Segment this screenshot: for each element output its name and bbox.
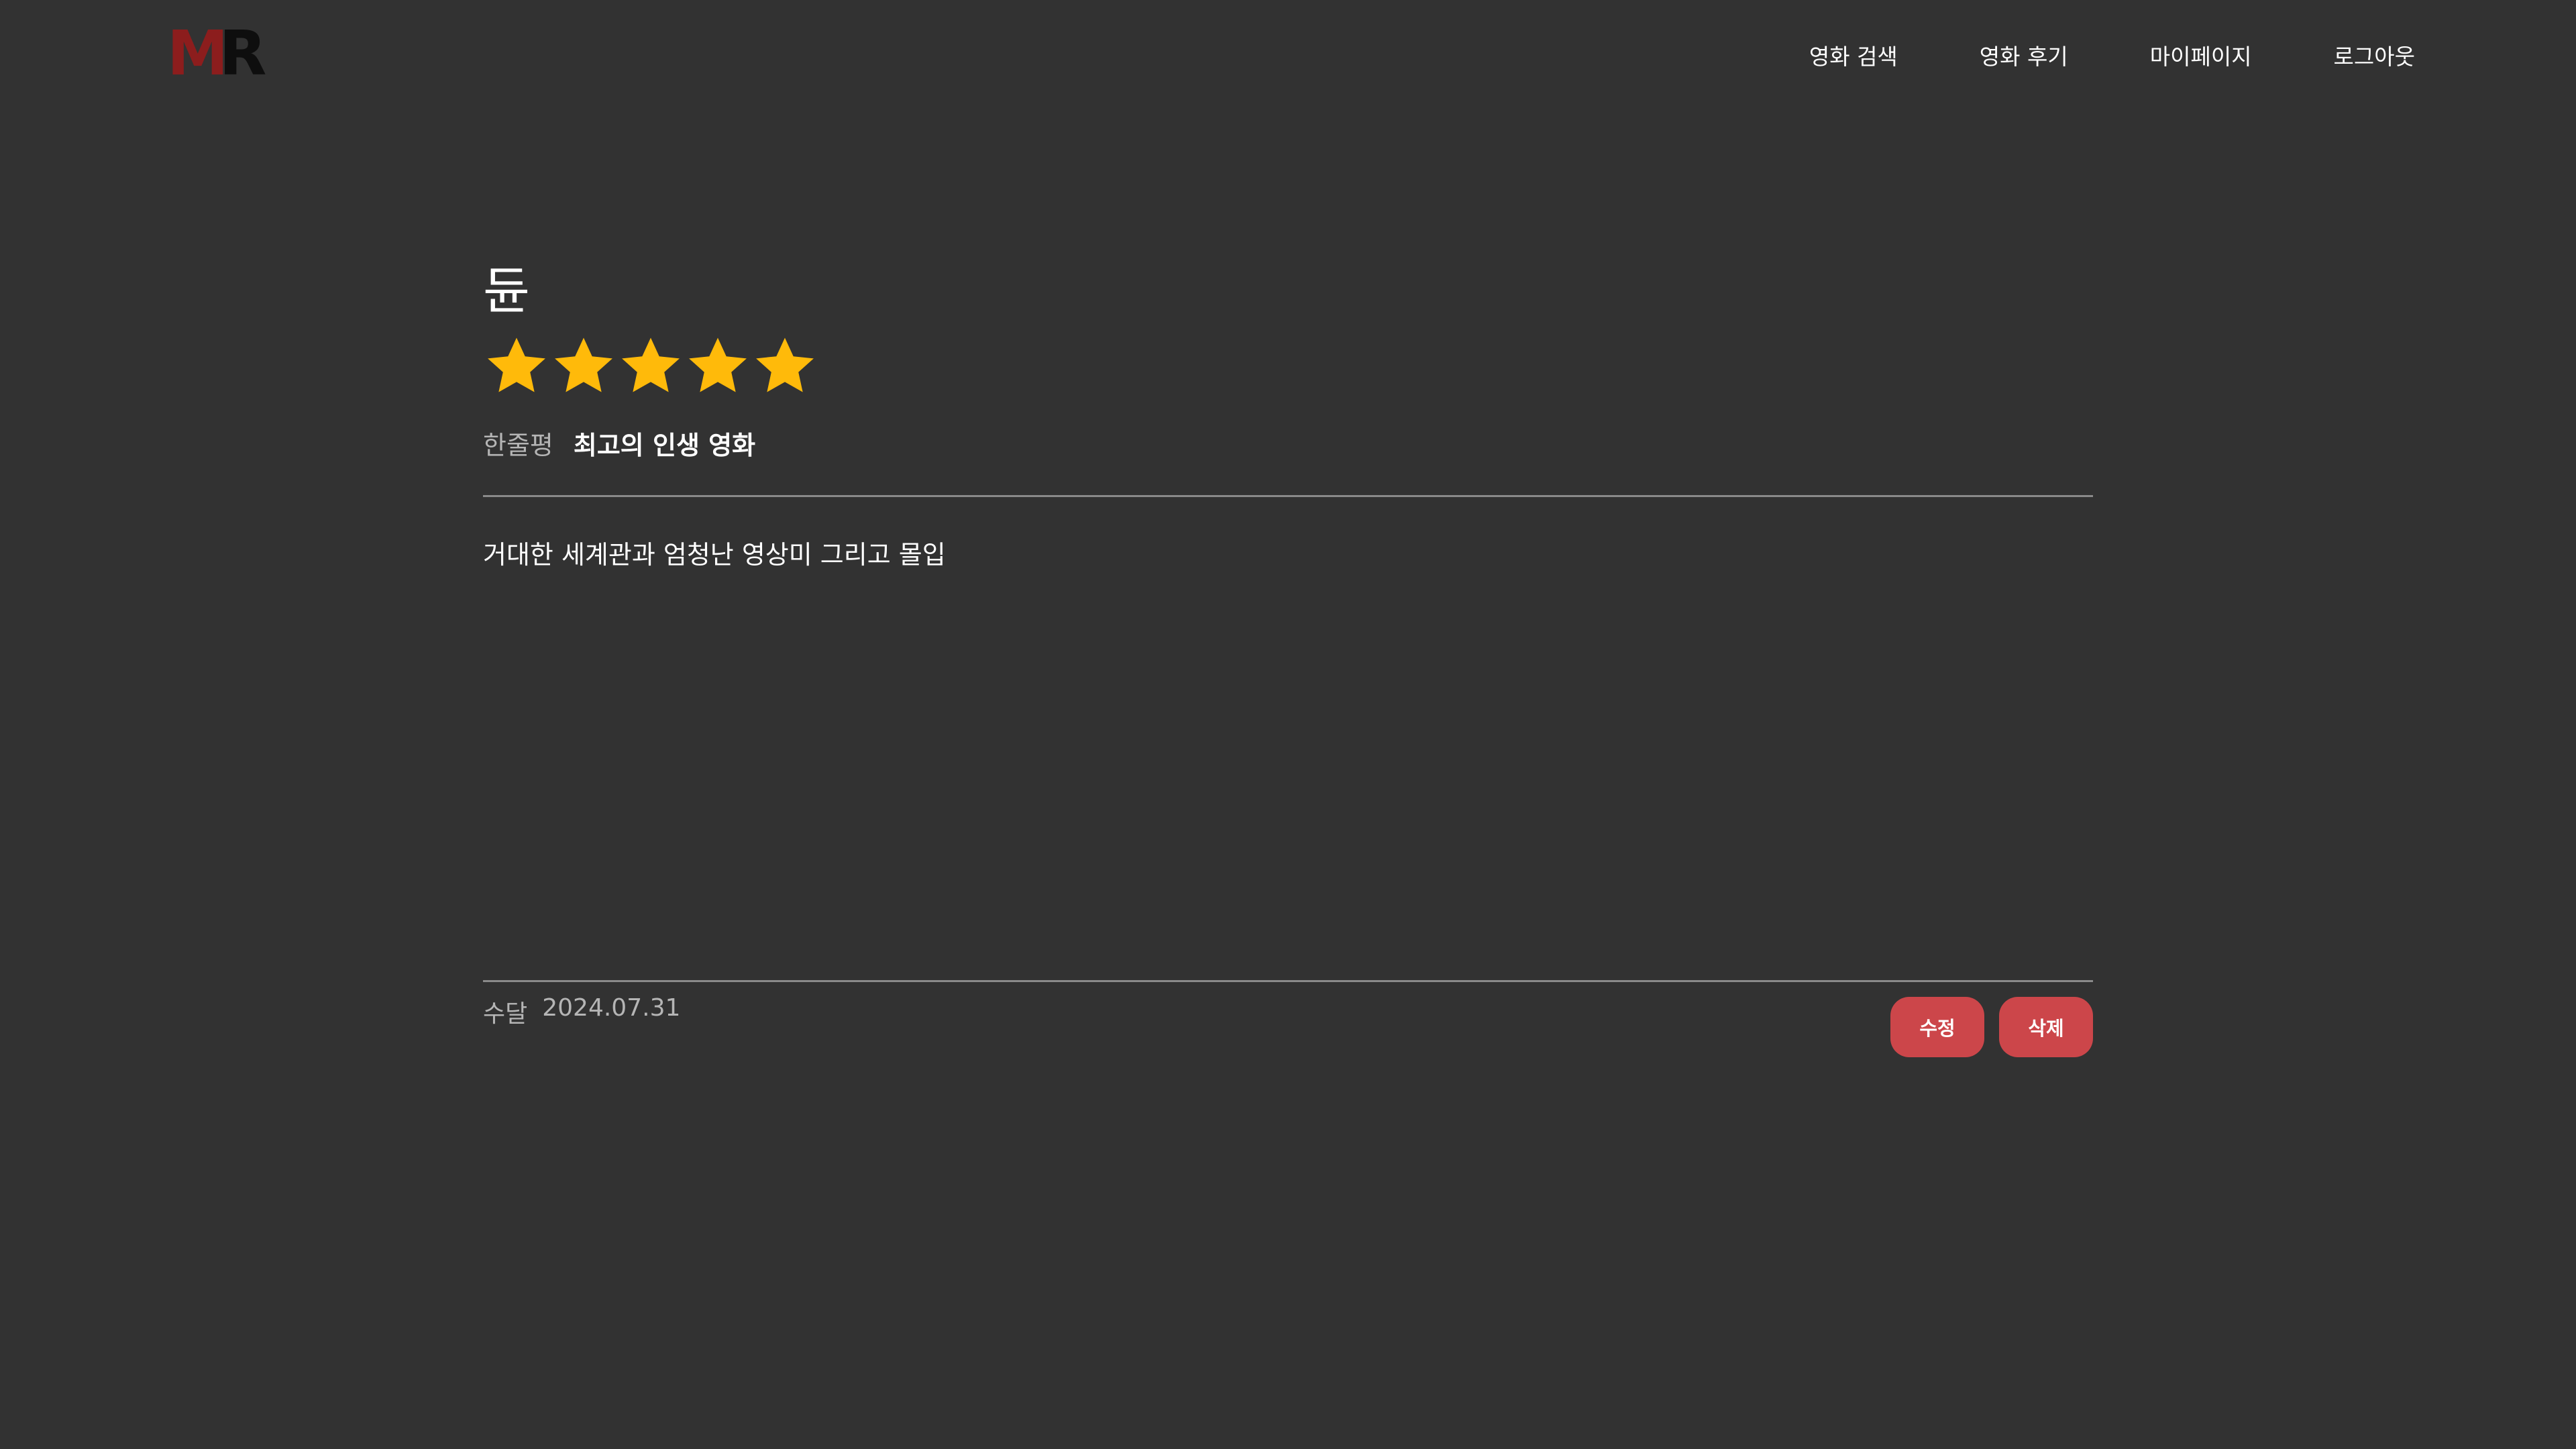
nav-movie-reviews[interactable]: 영화 후기 (1980, 39, 2068, 71)
review-body: 거대한 세계관과 엄청난 영상미 그리고 몰입 (483, 540, 946, 570)
star-rating (483, 333, 2093, 400)
review-date: 2024.07.31 (542, 994, 681, 1022)
star-icon (483, 333, 550, 400)
oneliner-row: 한줄평 최고의 인생 영화 (483, 423, 2093, 463)
nav-my-page[interactable]: 마이페이지 (2150, 39, 2252, 71)
oneliner-label: 한줄평 (483, 430, 553, 460)
star-icon (684, 333, 751, 400)
author-info: 수달 2024.07.31 (483, 994, 680, 1029)
star-icon (550, 333, 617, 400)
review-footer: 수달 2024.07.31 수정 삭제 (483, 982, 2093, 1063)
site-logo[interactable]: MR (167, 23, 266, 85)
movie-title: 듄 (483, 261, 530, 321)
review-actions: 수정 삭제 (1890, 997, 2093, 1057)
oneliner-text: 최고의 인생 영화 (573, 430, 756, 460)
edit-button[interactable]: 수정 (1890, 997, 1984, 1057)
logo-letter-m: M (167, 17, 228, 89)
nav-movie-search[interactable]: 영화 검색 (1809, 39, 1898, 71)
delete-button[interactable]: 삭제 (1999, 997, 2093, 1057)
review-detail: 듄 한줄평 최고의 인생 영화 거대한 세계관과 엄청난 영상미 그리고 몰입 … (483, 258, 2093, 1063)
nav-logout[interactable]: 로그아웃 (2334, 39, 2415, 71)
logo-letter-r: R (219, 17, 267, 89)
top-nav: 영화 검색 영화 후기 마이페이지 로그아웃 (1809, 35, 2415, 75)
star-icon (751, 333, 818, 400)
author-name: 수달 (483, 1000, 528, 1028)
star-icon (617, 333, 684, 400)
